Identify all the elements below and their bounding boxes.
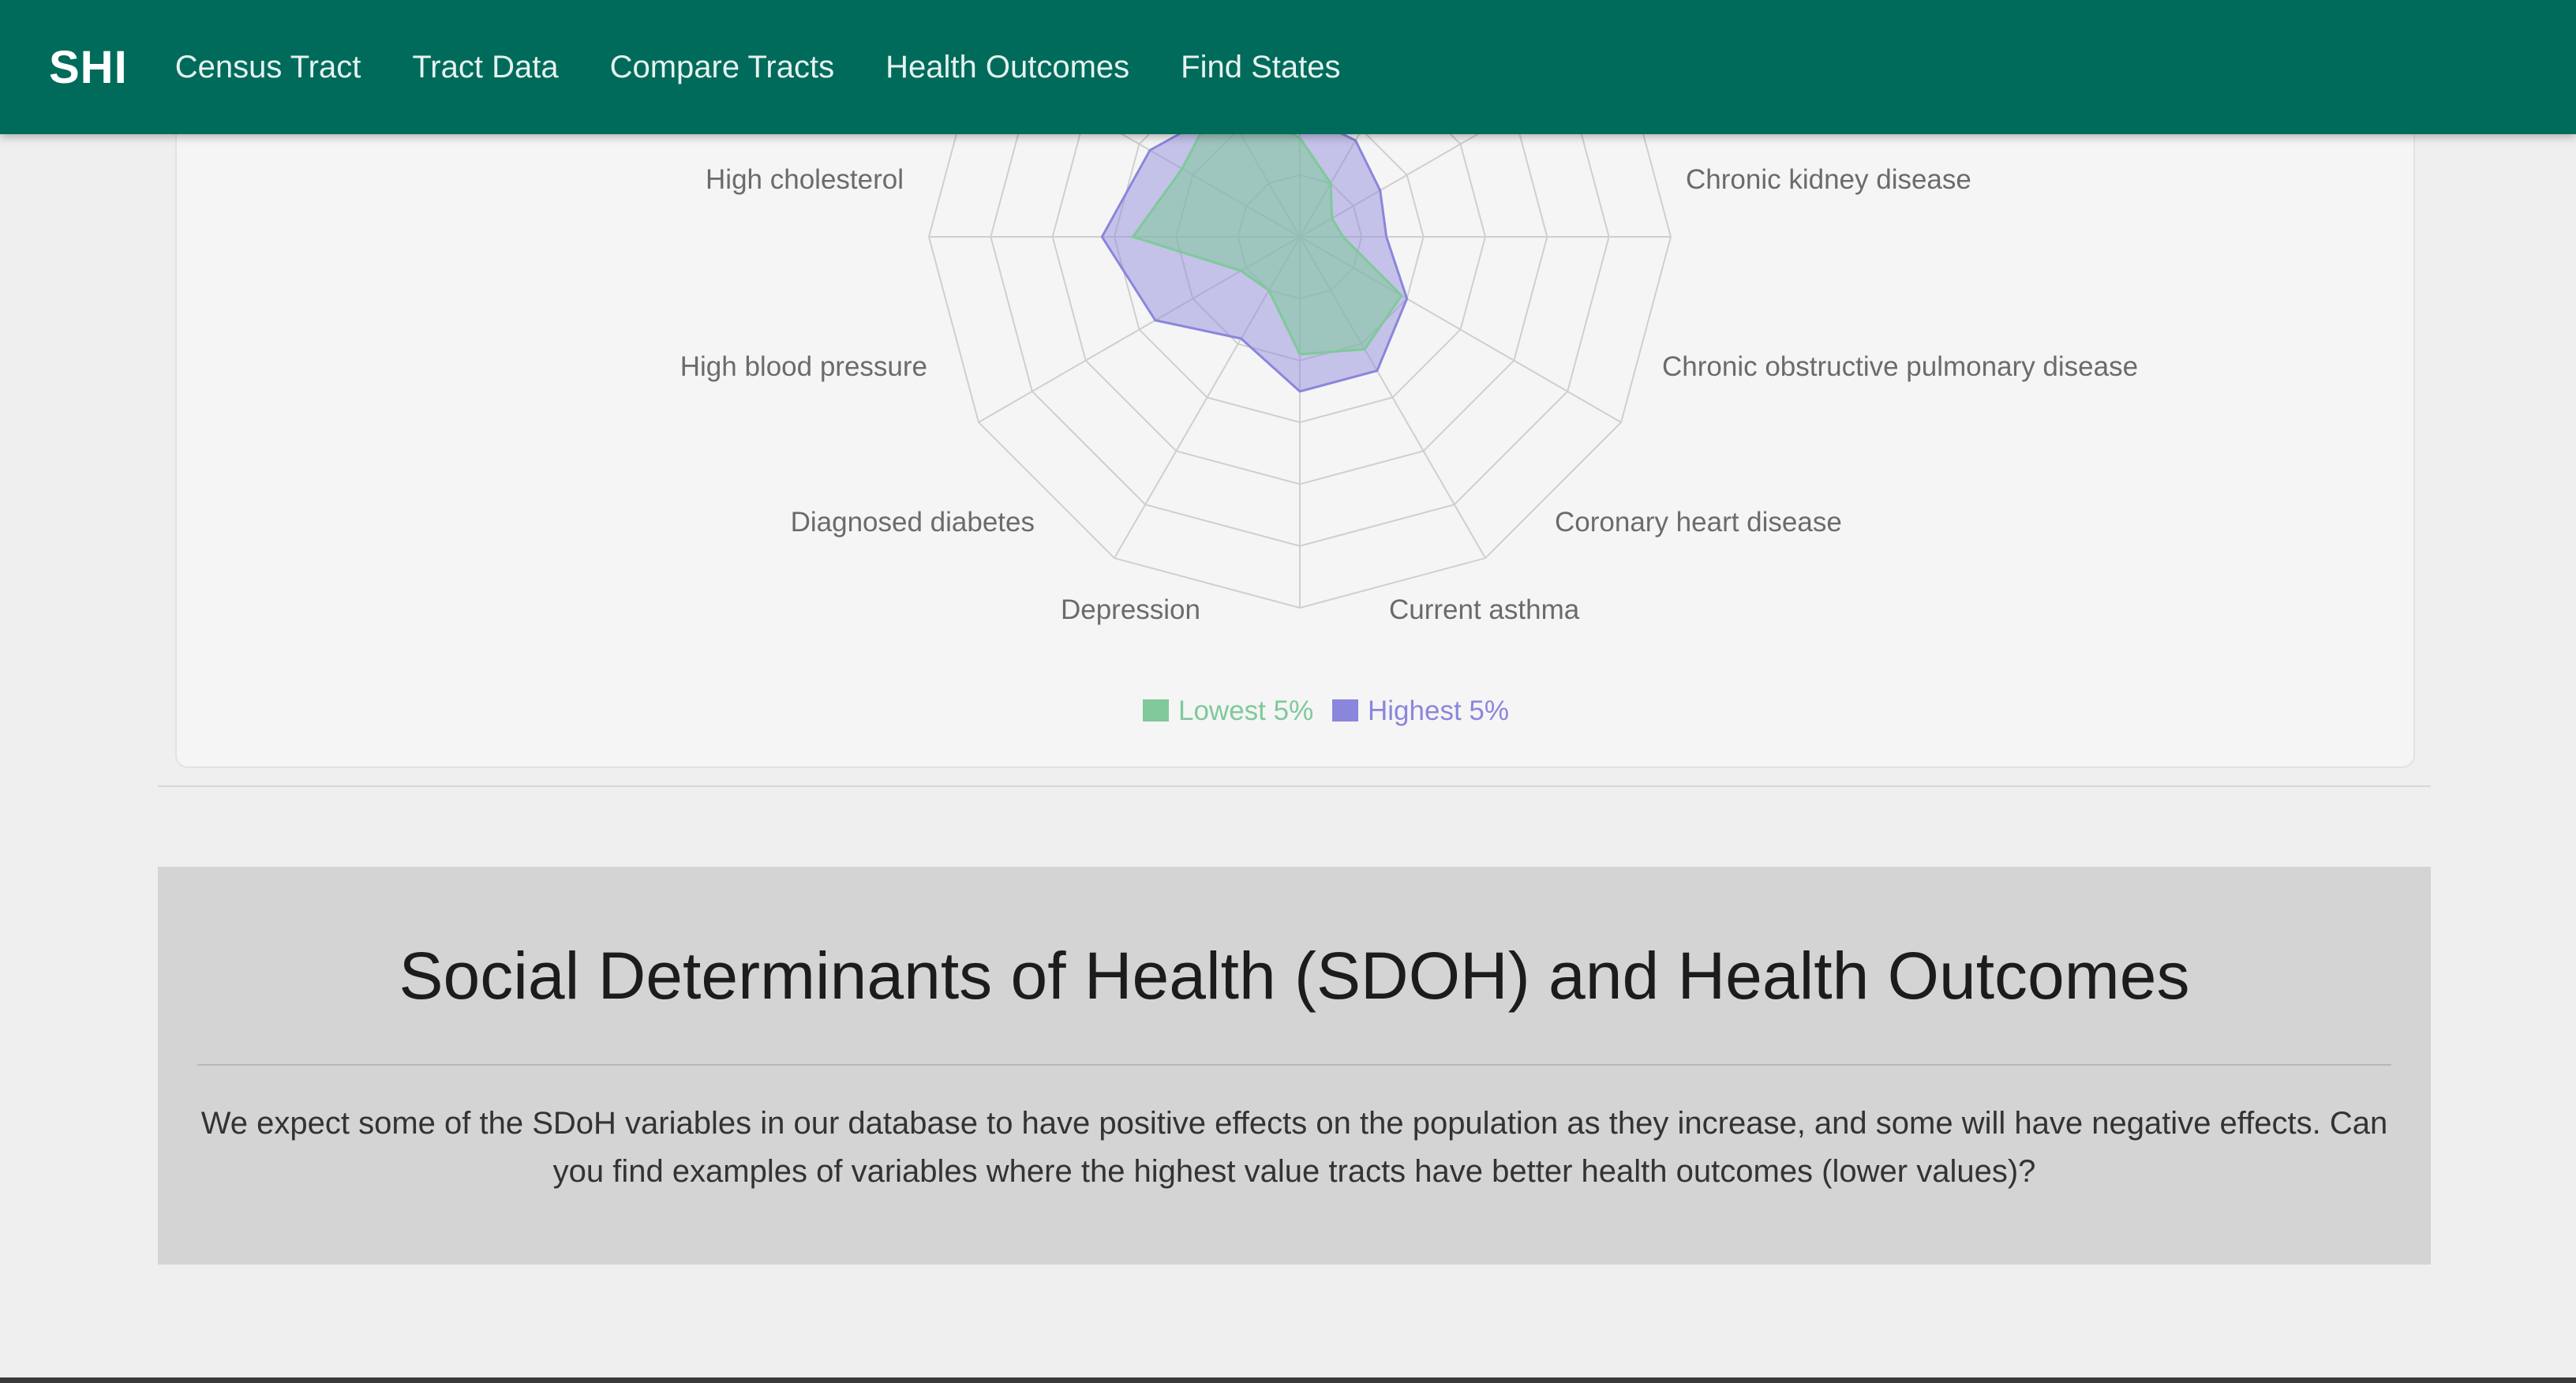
axis-label: High cholesterol xyxy=(706,164,904,195)
sdoh-divider xyxy=(197,1064,2391,1066)
legend-swatch[interactable] xyxy=(1143,699,1169,721)
nav-link-census-tract[interactable]: Census Tract xyxy=(175,50,361,85)
axis-label: Chronic obstructive pulmonary disease xyxy=(1662,351,2138,382)
nav-link-find-states[interactable]: Find States xyxy=(1181,50,1340,85)
axis-label: High blood pressure xyxy=(680,351,927,382)
sdoh-section: Social Determinants of Health (SDOH) and… xyxy=(158,867,2431,1265)
section-divider xyxy=(158,785,2431,787)
brand-logo[interactable]: SHI xyxy=(49,41,128,94)
axis-label: Coronary heart disease xyxy=(1555,507,1842,538)
sdoh-title: Social Determinants of Health (SDOH) and… xyxy=(399,939,2190,1013)
top-navbar: SHI Census Tract Tract Data Compare Trac… xyxy=(0,0,2576,134)
nav-link-compare-tracts[interactable]: Compare Tracts xyxy=(610,50,835,85)
legend-label[interactable]: Lowest 5% xyxy=(1178,695,1313,726)
nav-link-tract-data[interactable]: Tract Data xyxy=(412,50,558,85)
radar-chart-card: 2550Chronic kidney diseaseChronic obstru… xyxy=(175,79,2415,768)
axis-label: Diagnosed diabetes xyxy=(791,507,1035,538)
nav-link-health-outcomes[interactable]: Health Outcomes xyxy=(886,50,1129,85)
radar-chart: 2550Chronic kidney diseaseChronic obstru… xyxy=(680,81,2138,726)
axis-label: Current asthma xyxy=(1389,594,1580,625)
axis-label: Chronic kidney disease xyxy=(1686,164,1971,195)
legend-swatch[interactable] xyxy=(1332,699,1358,721)
sdoh-description: We expect some of the SDoH variables in … xyxy=(200,1106,2388,1189)
legend-label[interactable]: Highest 5% xyxy=(1368,695,1509,726)
window-bottom-edge xyxy=(0,1377,2576,1383)
page: SHI Census Tract Tract Data Compare Trac… xyxy=(0,0,2576,1383)
axis-label: Depression xyxy=(1061,594,1200,625)
nav-links: Census Tract Tract Data Compare Tracts H… xyxy=(175,50,1392,85)
